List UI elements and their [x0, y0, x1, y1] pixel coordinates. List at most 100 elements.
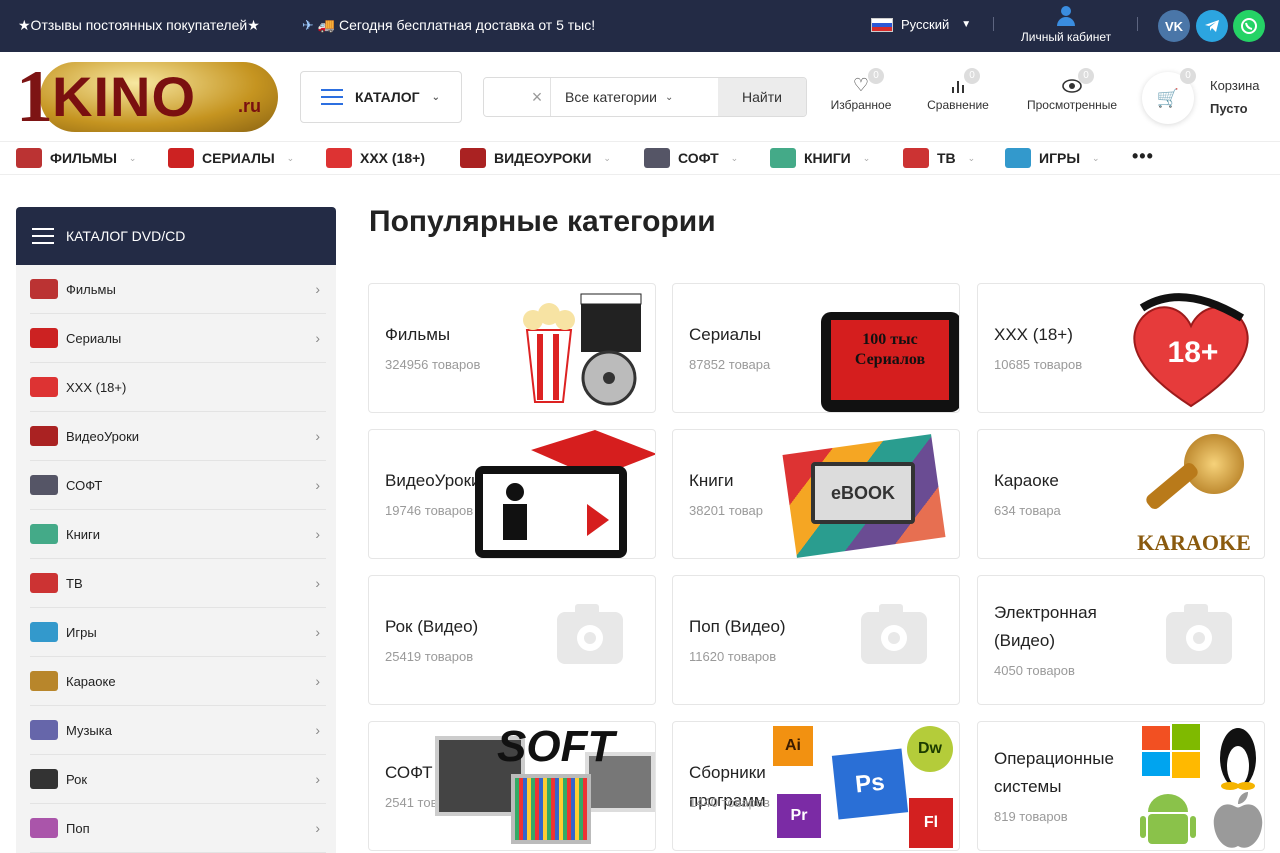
sidebar-item-series[interactable]: Сериалы ›	[30, 314, 326, 363]
vk-icon[interactable]: VK	[1158, 10, 1190, 42]
sidebar-item-pop[interactable]: Поп ›	[30, 804, 326, 853]
language-selector[interactable]: Русский ▼	[871, 17, 971, 32]
category-card-program-bundles[interactable]: Сборники программ 1440 товаров Ai Dw Ps …	[672, 721, 960, 851]
sidebar-title: КАТАЛОГ DVD/CD	[66, 228, 186, 244]
sidebar-item-karaoke[interactable]: Караоке ›	[30, 657, 326, 706]
sidebar-item-films[interactable]: Фильмы ›	[30, 265, 326, 314]
software-icon	[644, 148, 670, 168]
sidebar-item-games[interactable]: Игры ›	[30, 608, 326, 657]
category-card-xxx[interactable]: XXX (18+) 10685 товаров 18+	[977, 283, 1265, 413]
category-card-electronic[interactable]: Электронная (Видео) 4050 товаров	[977, 575, 1265, 705]
chevron-right-icon: ›	[315, 624, 320, 640]
whatsapp-icon[interactable]	[1233, 10, 1265, 42]
category-card-pop[interactable]: Поп (Видео) 11620 товаров	[672, 575, 960, 705]
truck-icon: 🚚	[317, 17, 336, 33]
sidebar-item-software[interactable]: СОФТ ›	[30, 461, 326, 510]
card-name: Поп (Видео)	[689, 617, 786, 636]
heart-18-icon	[326, 148, 352, 168]
card-count: 324956 товаров	[385, 357, 481, 372]
cart-label: Корзина	[1210, 78, 1260, 93]
rock-icon	[30, 769, 58, 789]
category-card-karaoke[interactable]: Караоке 634 товара KARAOKE	[977, 429, 1265, 559]
viewed-link[interactable]: 0 Просмотренные	[1020, 68, 1124, 112]
sidebar-item-label: ВидеоУроки	[66, 428, 140, 444]
sidebar-header[interactable]: КАТАЛОГ DVD/CD	[16, 207, 336, 265]
page-title: Популярные категории	[369, 205, 716, 238]
lesson-icon	[460, 148, 486, 168]
gamepad-icon	[1005, 148, 1031, 168]
category-nav: ФИЛЬМЫ ⌄ СЕРИАЛЫ ⌄ XXX (18+) ВИДЕОУРОКИ ⌄ С…	[0, 141, 1280, 175]
category-card-software[interactable]: СОФТ 2541 товар SOFT	[368, 721, 656, 851]
sidebar-item-tv[interactable]: ТВ ›	[30, 559, 326, 608]
nav-item-films[interactable]: ФИЛЬМЫ ⌄	[16, 148, 136, 168]
sidebar-item-books[interactable]: Книги ›	[30, 510, 326, 559]
sidebar-item-music[interactable]: Музыка ›	[30, 706, 326, 755]
nav-item-software[interactable]: СОФТ ⌄	[644, 148, 738, 168]
cart-summary[interactable]: Корзина Пусто	[1210, 78, 1260, 116]
hamburger-icon	[32, 228, 54, 244]
chevron-down-icon: ▼	[961, 19, 972, 30]
favorites-label: Избранное	[830, 98, 892, 112]
site-logo[interactable]: 1 KINO .ru	[16, 58, 278, 136]
card-name: Операционные системы	[994, 749, 1114, 796]
software-icon	[30, 475, 58, 495]
catalog-button[interactable]: КАТАЛОГ ⌄	[300, 71, 462, 123]
sidebar-item-label: Караоке	[66, 673, 116, 689]
russia-flag-icon	[871, 17, 893, 32]
nav-label: СОФТ	[678, 150, 719, 166]
adobe-apps-image: Ai Dw Ps Pr Fl	[769, 722, 959, 850]
heart-18-image: 18+	[1122, 288, 1260, 408]
card-count: 1440 товаров	[689, 795, 770, 810]
search-input[interactable]	[484, 78, 524, 116]
category-card-films[interactable]: Фильмы 324956 товаров	[368, 283, 656, 413]
nav-label: ИГРЫ	[1039, 150, 1081, 166]
nav-label: СЕРИАЛЫ	[202, 150, 275, 166]
software-image-text: SOFT	[497, 722, 615, 771]
card-count: 38201 товар	[689, 503, 764, 518]
nav-item-tv[interactable]: ТВ ⌄	[903, 148, 975, 168]
account-link[interactable]: Личный кабинет	[1016, 6, 1116, 44]
telegram-icon[interactable]	[1196, 10, 1228, 42]
search-category-select[interactable]: Все категории ⌄	[550, 78, 704, 116]
pop-icon	[30, 818, 58, 838]
sidebar-item-label: XXX (18+)	[66, 379, 127, 395]
category-card-operating-systems[interactable]: Операционные системы 819 товаров	[977, 721, 1265, 851]
card-count: 25419 товаров	[385, 649, 474, 664]
search-button[interactable]: Найти	[718, 78, 806, 116]
ebook-image: eBOOK	[782, 430, 946, 558]
placeholder-camera-icon	[1166, 604, 1232, 664]
microphone-icon	[30, 671, 58, 691]
sidebar-item-lessons[interactable]: ВидеоУроки ›	[30, 412, 326, 461]
linux-tux-icon	[1220, 728, 1256, 790]
nav-item-xxx[interactable]: XXX (18+)	[326, 148, 425, 168]
chevron-down-icon: ⌄	[967, 152, 976, 163]
sidebar-item-label: СОФТ	[66, 477, 103, 493]
card-name: Рок (Видео)	[385, 617, 479, 636]
nav-item-books[interactable]: КНИГИ ⌄	[770, 148, 870, 168]
placeholder-camera-icon	[861, 604, 927, 664]
more-menu-icon[interactable]: •••	[1132, 146, 1154, 167]
dreamweaver-icon: Dw	[907, 726, 953, 772]
reviews-link[interactable]: ★Отзывы постоянных покупателей★	[18, 17, 260, 34]
book-icon	[30, 524, 58, 544]
card-count: 819 товаров	[994, 809, 1068, 824]
sidebar-item-rock[interactable]: Рок ›	[30, 755, 326, 804]
category-card-books[interactable]: Книги 38201 товар eBOOK	[672, 429, 960, 559]
nav-item-games[interactable]: ИГРЫ ⌄	[1005, 148, 1100, 168]
tv-icon	[903, 148, 929, 168]
category-card-series[interactable]: Сериалы 87852 товара 100 тыс Сериалов	[672, 283, 960, 413]
karaoke-mic-image: KARAOKE	[1124, 430, 1264, 558]
photoshop-icon: Ps	[831, 748, 909, 820]
tv-series-icon	[30, 328, 58, 348]
favorites-link[interactable]: ♡ 0 Избранное	[826, 68, 896, 112]
clear-icon[interactable]: ×	[524, 87, 550, 108]
nav-item-series[interactable]: СЕРИАЛЫ ⌄	[168, 148, 294, 168]
card-name: Электронная (Видео)	[994, 603, 1097, 650]
category-card-lessons[interactable]: ВидеоУроки 19746 товаров	[368, 429, 656, 559]
compare-link[interactable]: 0 Сравнение	[922, 68, 994, 112]
nav-label: ФИЛЬМЫ	[50, 150, 117, 166]
nav-item-lessons[interactable]: ВИДЕОУРОКИ ⌄	[460, 148, 611, 168]
tv-series-image-text: 100 тыс Сериалов	[831, 320, 949, 400]
category-card-rock[interactable]: Рок (Видео) 25419 товаров	[368, 575, 656, 705]
sidebar-item-xxx[interactable]: XXX (18+)	[30, 363, 326, 412]
